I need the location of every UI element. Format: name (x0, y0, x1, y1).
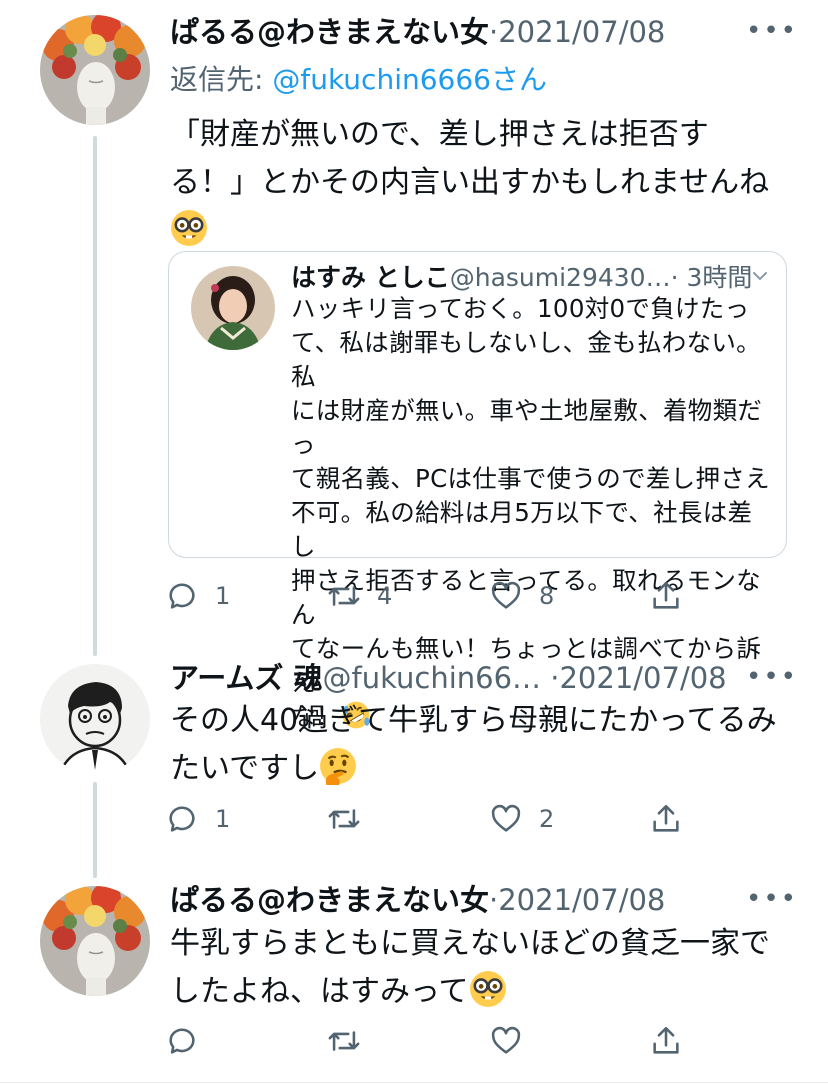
like-count: 8 (539, 582, 555, 610)
quoted-handle[interactable]: @hasumi29430… (450, 262, 671, 294)
divider (0, 1082, 828, 1083)
quoted-display-name[interactable]: はすみ としこ (291, 262, 450, 294)
quoted-text-line: て、私は謝罪もしないし、金も払わない。私 (291, 328, 761, 391)
tweet-text-line: る！」とかその内言い出すかもしれませんね (170, 165, 770, 200)
quoted-timestamp[interactable]: · 3時間 (671, 262, 753, 294)
timestamp[interactable]: ·2021/07/08 (489, 882, 665, 918)
reply-to-label: 返信先: (170, 63, 273, 96)
quoted-text-line: て親名義、PCは仕事で使うので差し押さえ (291, 464, 770, 493)
reply-button[interactable]: 1 (165, 576, 230, 616)
more-options-icon[interactable]: ••• (746, 884, 798, 914)
tweet-text-line: 牛乳すらまともに買えないほどの貧乏一家で (170, 926, 770, 961)
share-button[interactable] (649, 799, 683, 839)
quoted-text-line: ハッキリ言っておく。100対0で負けたっ (291, 294, 750, 323)
retweet-button[interactable] (327, 1021, 377, 1061)
share-icon (653, 804, 679, 832)
more-options-icon[interactable]: ••• (746, 662, 798, 692)
avatar[interactable] (40, 664, 150, 774)
retweet-button[interactable] (327, 799, 377, 839)
quoted-tweet-header: はすみ としこ @hasumi29430… · 3時間 (291, 262, 752, 294)
reply-icon (169, 1028, 195, 1054)
reply-count: 1 (215, 805, 231, 833)
tweet-text-line: その人40過ぎて牛乳すら母親にたかってるみ (170, 703, 777, 738)
heart-icon (491, 1026, 521, 1054)
reply-to: 返信先: @fukuchin6666さん (170, 62, 547, 98)
reply-button[interactable]: 1 (165, 799, 230, 839)
display-name[interactable]: ぱるる@わきまえない女 (170, 14, 489, 50)
timestamp[interactable]: ·2021/07/08 (489, 14, 665, 50)
retweet-icon (328, 586, 360, 606)
display-name[interactable]: アームズ 魂 (170, 660, 323, 696)
reply-to-handle-link[interactable]: @fukuchin6666さん (272, 63, 547, 96)
like-button[interactable]: 2 (489, 799, 554, 839)
tweet-header: ぱるる@わきまえない女 ·2021/07/08 (170, 882, 665, 918)
tweet-text: その人40過ぎて牛乳すら母親にたかってるみ たいですし (170, 697, 810, 793)
quoted-text-line: には財産が無い。車や土地屋敷、着物類だっ (291, 396, 763, 459)
nerd-face-icon (469, 970, 507, 1008)
more-options-icon[interactable]: ••• (746, 16, 798, 46)
heart-icon (491, 581, 521, 609)
tweet-actions: 1 4 8 (165, 576, 705, 616)
share-button[interactable] (649, 1021, 683, 1061)
quoted-tweet-card[interactable]: はすみ としこ @hasumi29430… · 3時間 ハッキリ言っておく。10… (168, 251, 787, 731)
handle-and-timestamp[interactable]: @fukuchin66… ·2021/07/08 (323, 660, 727, 696)
quoted-avatar[interactable] (191, 266, 275, 350)
thread-line-1 (93, 136, 97, 656)
display-name[interactable]: ぱるる@わきまえない女 (170, 882, 489, 918)
heart-icon (491, 804, 521, 832)
avatar[interactable] (40, 886, 150, 996)
like-button[interactable] (489, 1021, 539, 1061)
reply-button[interactable] (165, 1021, 215, 1061)
chevron-down-icon[interactable] (750, 266, 770, 286)
reply-count: 1 (215, 582, 231, 610)
tweet-actions: 1 2 (165, 799, 705, 839)
tweet-text: 「財産が無いので、差し押さえは拒否す る！」とかその内言い出すかもしれませんね (170, 111, 810, 255)
retweet-button[interactable]: 4 (327, 576, 392, 616)
reply-icon (169, 806, 195, 832)
tweet-text-line: たいですし (170, 751, 320, 786)
tweet-header: アームズ 魂 @fukuchin66… ·2021/07/08 (170, 660, 727, 696)
retweet-icon (328, 809, 360, 829)
tweet-actions (165, 1021, 705, 1061)
nerd-face-icon (170, 209, 208, 247)
tweet-text: 牛乳すらまともに買えないほどの貧乏一家で したよね、はすみって (170, 920, 810, 1016)
thread-line-2 (93, 782, 97, 878)
reply-icon (169, 583, 195, 609)
quoted-text-line: 不可。私の給料は月5万以下で、社長は差し (291, 498, 753, 561)
retweet-count: 4 (377, 582, 393, 610)
share-icon (653, 581, 679, 609)
tweet-text-line: したよね、はすみって (170, 974, 469, 1009)
share-button[interactable] (649, 576, 683, 616)
tweet-header: ぱるる@わきまえない女 ·2021/07/08 (170, 14, 665, 50)
tweet-text-line: 「財産が無いので、差し押さえは拒否す (170, 117, 709, 152)
share-icon (653, 1026, 679, 1054)
retweet-icon (328, 1031, 360, 1051)
thinking-face-icon (319, 747, 357, 785)
like-count: 2 (539, 805, 555, 833)
avatar[interactable] (40, 15, 150, 125)
like-button[interactable]: 8 (489, 576, 554, 616)
